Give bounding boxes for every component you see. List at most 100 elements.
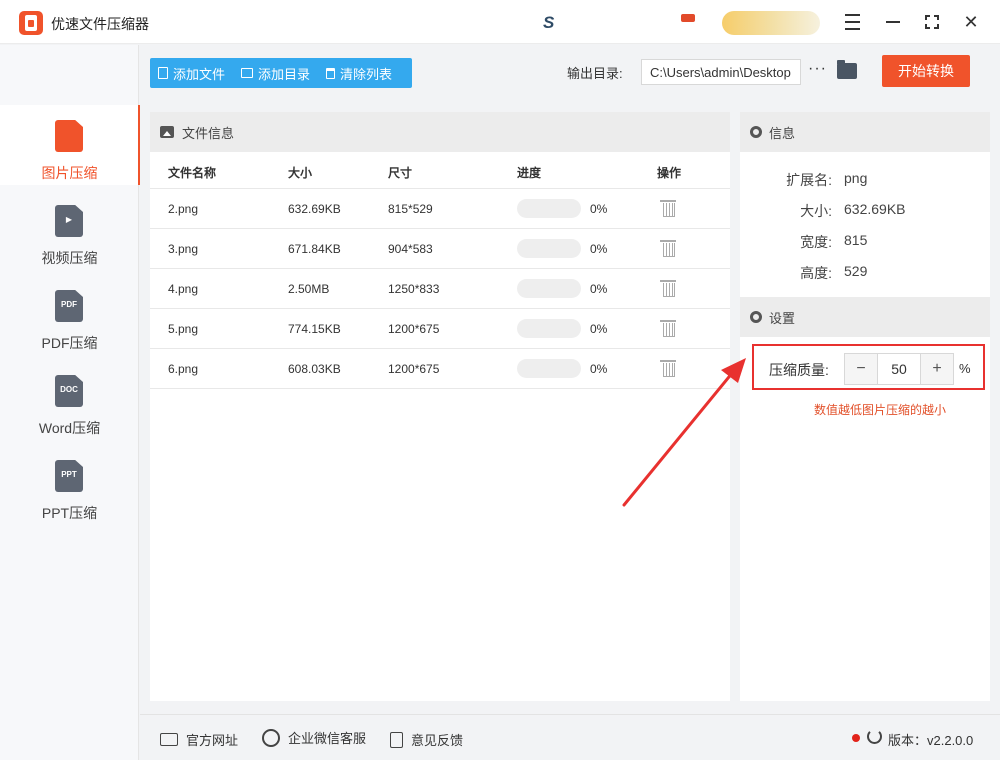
file-panel-title: 文件信息 [182,125,235,141]
width-label: 宽度: [800,234,832,250]
progress-bar [517,279,581,298]
file-name-cell: 2.png [168,202,199,216]
file-size-cell: 632.69KB [288,202,341,216]
output-directory-input[interactable] [641,59,801,85]
height-label: 高度: [800,265,832,281]
height-value: 529 [844,263,868,279]
info-panel: 信息 扩展名: png 大小: 632.69KB 宽度: 815 高度: 529… [740,112,990,701]
settings-title: 设置 [769,310,796,326]
sidebar-item-pdf[interactable]: PDF PDF压缩 [0,275,139,355]
file-size-cell: 671.84KB [288,242,341,256]
progress-bar [517,199,581,218]
delete-icon[interactable] [660,280,676,297]
file-name-cell: 3.png [168,242,199,256]
file-dims-cell: 1250*833 [388,282,440,296]
sidebar-item-label: 图片压缩 [41,165,98,181]
table-row[interactable]: 3.png 671.84KB 904*583 0% [150,229,730,269]
gear-icon [750,311,762,323]
start-convert-button[interactable]: 开始转换 [882,55,970,87]
width-value: 815 [844,232,868,248]
footer: 官方网址 企业微信客服 意见反馈 版本：v2.2.0.0 [140,714,1000,760]
open-folder-icon[interactable] [837,60,857,79]
doc-file-icon: DOC [55,375,83,407]
title-bar: 优速文件压缩器 S ✕ [0,0,1000,44]
add-file-button[interactable]: 添加文件 [158,64,225,83]
menu-icon[interactable] [839,9,865,35]
add-directory-button[interactable]: 添加目录 [241,64,310,83]
delete-icon[interactable] [660,320,676,337]
website-icon [160,733,178,746]
progress-percent: 0% [590,282,608,296]
table-row[interactable]: 4.png 2.50MB 1250*833 0% [150,269,730,309]
file-dims-cell: 1200*675 [388,322,440,336]
sidebar-item-label: PPT压缩 [41,505,98,521]
size-value: 632.69KB [844,201,906,217]
pdf-file-icon: PDF [55,290,83,322]
file-list-panel: 文件信息 文件名称 大小 尺寸 进度 操作 2.png 632.69KB 815*5… [150,112,730,701]
file-name-cell: 5.png [168,322,199,336]
file-name-cell: 6.png [168,362,199,376]
settings-header: 设置 [740,297,990,337]
delete-icon[interactable] [660,360,676,377]
video-file-icon: ▶ [55,205,83,237]
ppt-file-icon: PPT [55,460,83,492]
update-dot-icon [852,734,860,742]
fullscreen-icon[interactable] [919,9,945,35]
sidebar-item-ppt[interactable]: PPT PPT压缩 [0,445,139,525]
image-file-icon [55,120,83,152]
progress-bar [517,359,581,378]
toolbar: 添加文件 添加目录 清除列表 [150,58,412,88]
feedback-link[interactable]: 意见反馈 [390,730,463,749]
minimize-icon[interactable] [880,9,906,35]
progress-bar [517,239,581,258]
table-row[interactable]: 2.png 632.69KB 815*529 0% [150,189,730,229]
delete-icon[interactable] [660,200,676,217]
file-icon [158,67,168,79]
sidebar-item-word[interactable]: DOC Word压缩 [0,360,139,440]
file-size-cell: 774.15KB [288,322,341,336]
info-panel-header: 信息 [740,112,990,152]
version-label: 版本：v2.2.0.0 [888,733,974,748]
sidebar: 图片压缩 ▶ 视频压缩 PDF PDF压缩 DOC Word压缩 PPT PPT… [0,45,140,760]
more-options-button[interactable]: ··· [808,60,827,78]
progress-percent: 0% [590,362,608,376]
app-title: 优速文件压缩器 [51,16,149,32]
column-dims-header: 尺寸 [388,166,413,180]
website-link[interactable]: 官方网址 [160,730,238,749]
trash-icon [326,67,336,79]
image-icon [160,126,174,138]
file-dims-cell: 904*583 [388,242,433,256]
size-label: 大小: [800,203,832,219]
progress-percent: 0% [590,322,608,336]
table-row[interactable]: 5.png 774.15KB 1200*675 0% [150,309,730,349]
file-dims-cell: 815*529 [388,202,433,216]
sidebar-item-label: 视频压缩 [41,250,98,266]
promo-banner[interactable] [722,11,820,35]
extension-value: png [844,170,868,186]
column-action-header: 操作 [657,166,682,180]
column-progress-header: 进度 [517,166,542,180]
progress-percent: 0% [590,202,608,216]
output-directory-label: 输出目录: [567,66,623,81]
close-icon[interactable]: ✕ [958,9,984,35]
sidebar-item-label: PDF压缩 [41,335,98,351]
chat-icon [262,728,280,747]
info-panel-title: 信息 [769,125,796,141]
file-size-cell: 608.03KB [288,362,341,376]
table-row[interactable]: 6.png 608.03KB 1200*675 0% [150,349,730,389]
promo-logo-icon[interactable]: S [543,13,554,33]
feedback-icon [390,731,403,748]
gear-icon [750,126,762,138]
quality-hint: 数值越低图片压缩的越小 [813,403,946,417]
extension-label: 扩展名: [786,172,832,188]
promo-badge-icon[interactable] [681,14,695,22]
refresh-icon[interactable] [867,729,882,744]
sidebar-item-image[interactable]: 图片压缩 [0,105,140,185]
file-dims-cell: 1200*675 [388,362,440,376]
file-size-cell: 2.50MB [288,282,330,296]
folder-icon [241,68,254,78]
sidebar-item-video[interactable]: ▶ 视频压缩 [0,190,139,270]
clear-list-button[interactable]: 清除列表 [326,64,392,83]
wechat-service-link[interactable]: 企业微信客服 [262,728,366,747]
delete-icon[interactable] [660,240,676,257]
